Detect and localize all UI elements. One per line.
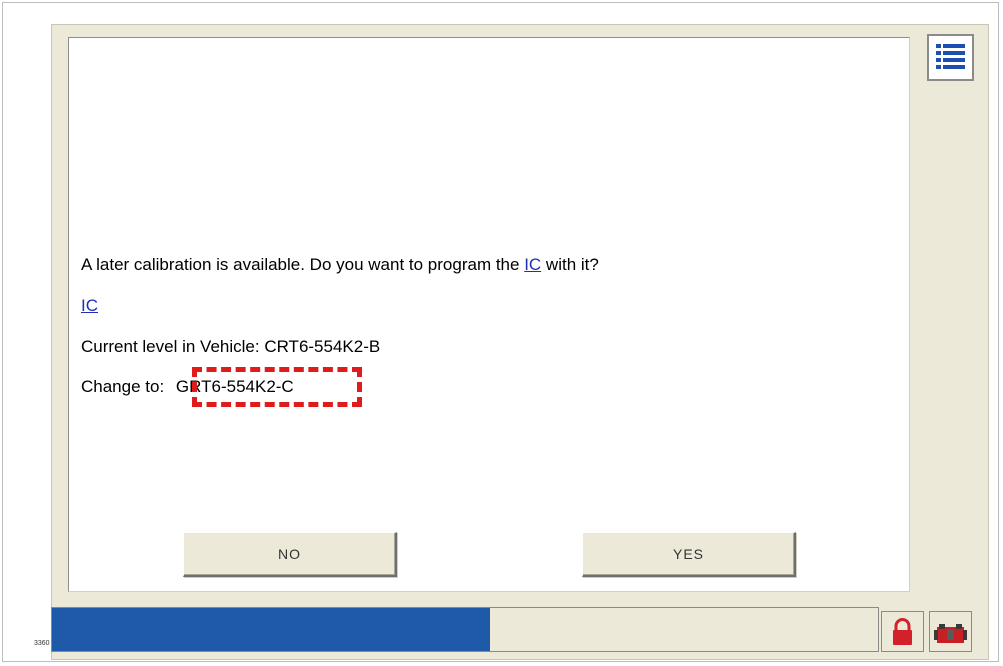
prompt-text-before: A later calibration is available. Do you… — [81, 255, 525, 274]
connector-button[interactable] — [929, 611, 972, 652]
ic-link-inline[interactable]: IC — [524, 255, 541, 274]
current-level-text: Current level in Vehicle: CRT6-554K2-B — [81, 337, 381, 356]
progress-fill — [52, 608, 490, 651]
vehicle-connector-icon — [934, 624, 967, 643]
yes-button[interactable]: YES — [582, 532, 796, 577]
prompt-text-after: with it? — [541, 255, 599, 274]
figure-number: 3360 — [34, 640, 50, 647]
menu-list-icon — [932, 39, 969, 76]
message-panel — [68, 37, 910, 592]
change-to-label: Change to: — [81, 377, 165, 396]
calibration-prompt: A later calibration is available. Do you… — [81, 255, 599, 275]
lock-button[interactable] — [881, 611, 924, 652]
progress-bar — [51, 607, 879, 652]
lock-icon — [893, 618, 912, 645]
new-calibration-highlight — [192, 367, 362, 407]
ic-module-link[interactable]: IC — [81, 296, 98, 315]
menu-button[interactable] — [927, 34, 974, 81]
module-row: IC — [81, 296, 98, 316]
no-button[interactable]: NO — [183, 532, 397, 577]
